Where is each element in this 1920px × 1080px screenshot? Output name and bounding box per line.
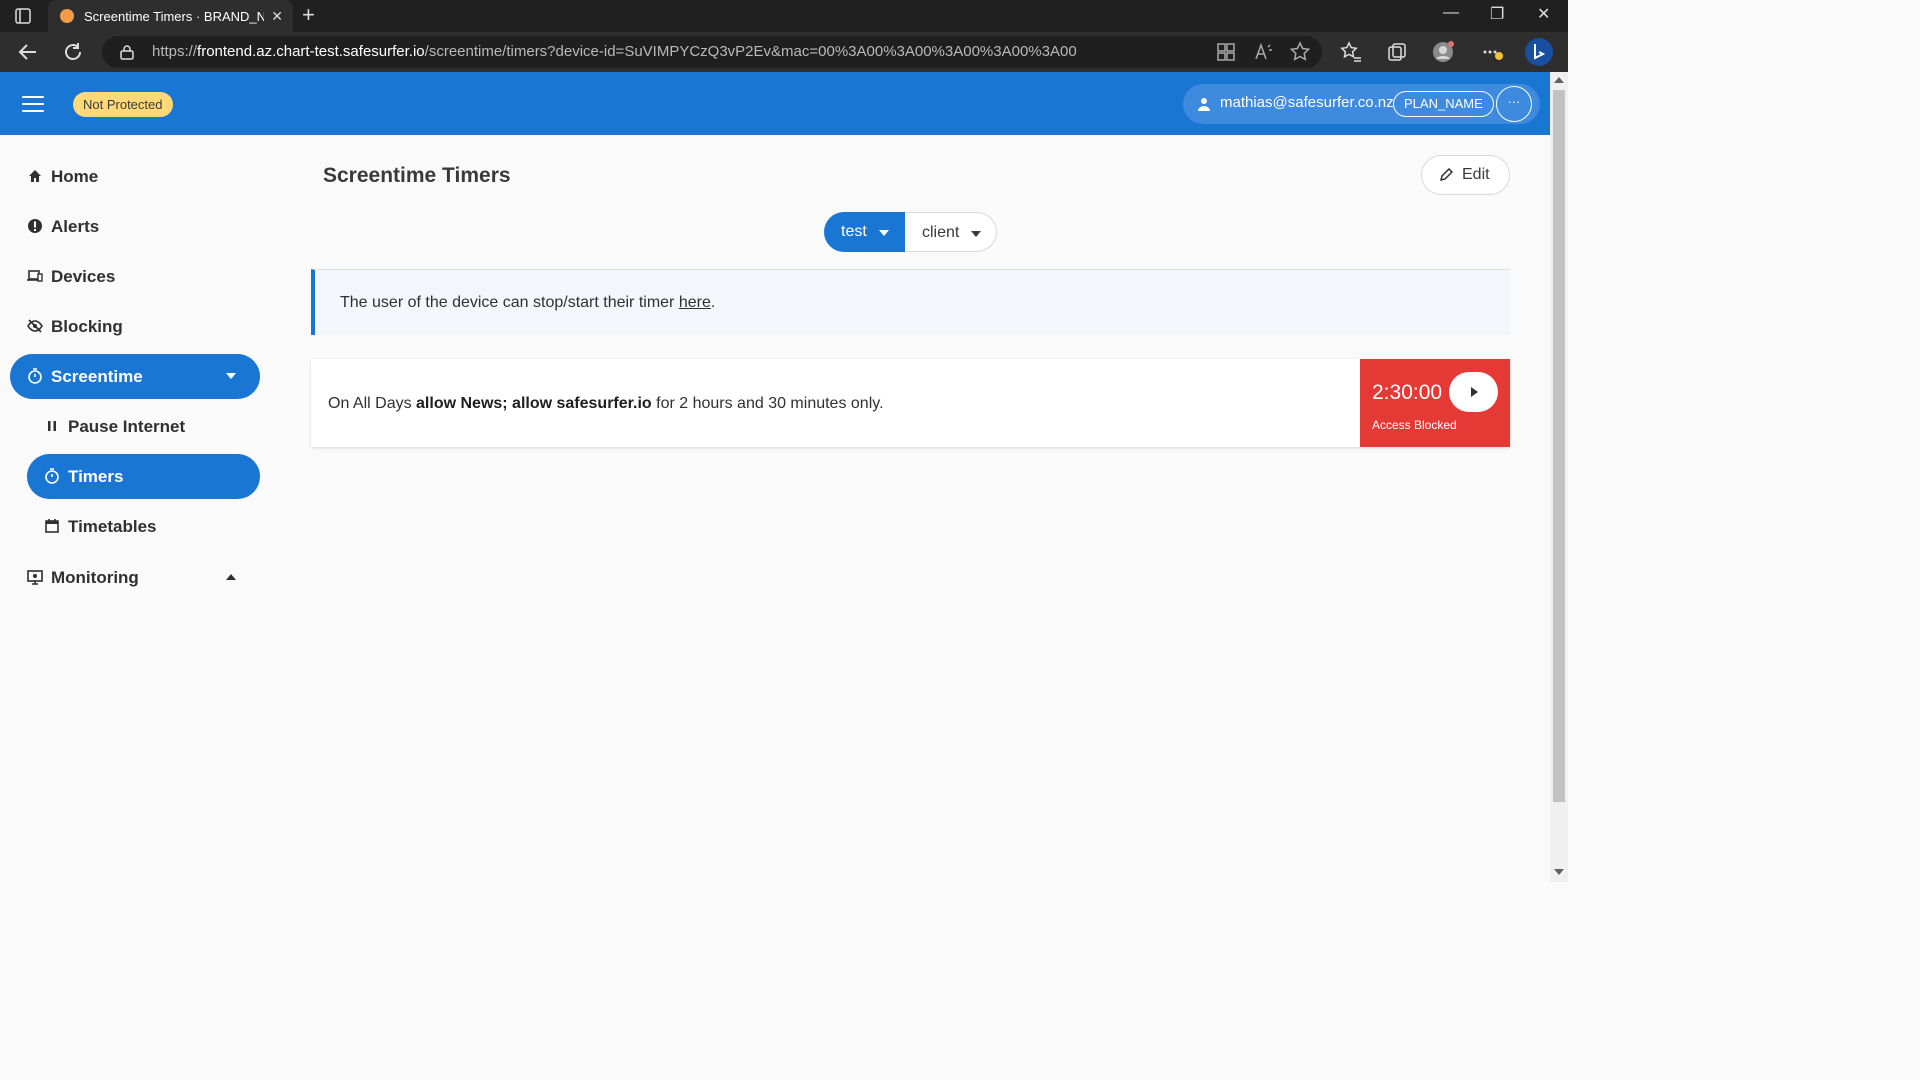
address-bar[interactable]: https://frontend.az.chart-test.safesurfe… bbox=[102, 36, 1322, 68]
page-title: Screentime Timers bbox=[323, 164, 511, 187]
timer-status: Access Blocked bbox=[1372, 418, 1457, 432]
sidebar-item-blocking[interactable]: Blocking bbox=[10, 304, 260, 349]
pause-icon bbox=[48, 421, 56, 431]
sidebar-item-alerts[interactable]: Alerts bbox=[10, 204, 260, 249]
scroll-down-icon[interactable] bbox=[1554, 869, 1564, 875]
sidebar-item-label: Timetables bbox=[68, 517, 157, 536]
chevron-down-icon bbox=[971, 231, 981, 237]
devices-icon bbox=[27, 270, 43, 282]
timer-card: On All Days allow News; allow safesurfer… bbox=[311, 359, 1510, 447]
sidebar-item-label: Devices bbox=[51, 267, 116, 286]
timer-suffix: for 2 hours and 30 minutes only. bbox=[651, 395, 884, 412]
info-end: . bbox=[710, 294, 716, 311]
sidebar-item-label: Monitoring bbox=[51, 568, 139, 587]
lock-icon bbox=[120, 45, 134, 60]
timer-status-panel: 2:30:00 Access Blocked bbox=[1360, 359, 1510, 447]
app-header: Not Protected mathias@safesurfer.co.nz P… bbox=[0, 72, 1550, 135]
sidebar-item-monitoring[interactable]: Monitoring bbox=[10, 555, 260, 600]
sidebar-item-label: Pause Internet bbox=[68, 417, 186, 436]
window-close-button[interactable]: ✕ bbox=[1537, 4, 1550, 24]
play-icon bbox=[1471, 387, 1478, 397]
device-select[interactable]: client bbox=[905, 212, 997, 252]
sidebar-item-label: Timers bbox=[68, 467, 124, 486]
menu-icon[interactable] bbox=[22, 96, 44, 112]
sidebar-item-devices[interactable]: Devices bbox=[10, 254, 260, 299]
profile-avatar-icon[interactable] bbox=[1432, 41, 1454, 63]
edit-button[interactable]: Edit bbox=[1421, 155, 1510, 195]
add-favorite-icon[interactable] bbox=[1289, 41, 1311, 63]
device-select-value: client bbox=[922, 224, 960, 241]
tab-actions-icon[interactable] bbox=[14, 7, 32, 25]
browser-tab[interactable]: Screentime Timers · BRAND_NAME ✕ bbox=[48, 0, 293, 32]
sidebar-item-timers[interactable]: Timers bbox=[27, 454, 260, 499]
refresh-icon[interactable] bbox=[61, 40, 85, 64]
eye-off-icon bbox=[27, 319, 43, 333]
stopwatch-icon bbox=[45, 468, 59, 484]
account-bar: mathias@safesurfer.co.nz PLAN_NAME ··· bbox=[1183, 84, 1540, 124]
app-available-icon[interactable] bbox=[1215, 41, 1237, 63]
status-badge: Not Protected bbox=[73, 92, 173, 117]
plan-chip[interactable]: PLAN_NAME bbox=[1393, 91, 1494, 117]
favicon-icon bbox=[60, 9, 74, 23]
timer-description: On All Days allow News; allow safesurfer… bbox=[328, 395, 884, 413]
url-host: frontend.az.chart-test.safesurfer.io bbox=[197, 43, 425, 60]
sidebar-item-timetables[interactable]: Timetables bbox=[27, 504, 260, 549]
tab-close-icon[interactable]: ✕ bbox=[271, 8, 283, 25]
favorites-icon[interactable] bbox=[1340, 41, 1362, 63]
sidebar-item-home[interactable]: Home bbox=[10, 154, 260, 199]
sidebar-item-label: Screentime bbox=[51, 367, 143, 386]
sidebar-item-pause-internet[interactable]: Pause Internet bbox=[27, 404, 260, 449]
user-icon bbox=[1198, 98, 1210, 111]
scrollbar-thumb[interactable] bbox=[1553, 90, 1565, 802]
edit-label: Edit bbox=[1462, 166, 1490, 183]
user-email[interactable]: mathias@safesurfer.co.nz bbox=[1220, 94, 1394, 111]
pencil-icon bbox=[1439, 168, 1453, 182]
timer-prefix: On All Days bbox=[328, 395, 417, 412]
sidebar-item-label: Alerts bbox=[51, 217, 100, 236]
url-path: /screentime/timers?device-id=SuVIMPYCzQ3… bbox=[424, 43, 1077, 60]
sidebar-item-screentime[interactable]: Screentime bbox=[10, 354, 260, 399]
collections-icon[interactable] bbox=[1386, 41, 1408, 63]
new-tab-button[interactable]: + bbox=[302, 4, 315, 26]
settings-more-icon[interactable] bbox=[1481, 41, 1503, 63]
calendar-icon bbox=[45, 519, 59, 533]
stopwatch-icon bbox=[28, 368, 42, 384]
browser-toolbar: https://frontend.az.chart-test.safesurfe… bbox=[0, 32, 1568, 72]
read-aloud-icon[interactable] bbox=[1252, 41, 1274, 63]
info-text: The user of the device can stop/start th… bbox=[340, 294, 715, 312]
url-prefix: https:// bbox=[152, 43, 198, 60]
user-select-value: test bbox=[841, 223, 867, 240]
info-banner: The user of the device can stop/start th… bbox=[311, 269, 1510, 335]
start-timer-button[interactable] bbox=[1449, 372, 1498, 412]
timer-rule: allow News; allow safesurfer.io bbox=[416, 395, 652, 412]
info-link[interactable]: here bbox=[679, 294, 711, 311]
user-select[interactable]: test bbox=[824, 212, 905, 252]
home-icon bbox=[29, 170, 41, 182]
chevron-down-icon bbox=[879, 230, 889, 236]
bing-copilot-icon[interactable] bbox=[1524, 37, 1554, 67]
sidebar-item-label: Blocking bbox=[51, 317, 123, 336]
minimize-button[interactable]: — bbox=[1443, 4, 1459, 22]
back-icon[interactable] bbox=[16, 40, 40, 64]
monitor-icon bbox=[27, 570, 43, 585]
info-message: The user of the device can stop/start th… bbox=[340, 294, 679, 311]
account-more-button[interactable]: ··· bbox=[1496, 86, 1532, 122]
sidebar-item-label: Home bbox=[51, 167, 99, 186]
timer-remaining: 2:30:00 bbox=[1372, 381, 1443, 404]
url-text: https://frontend.az.chart-test.safesurfe… bbox=[152, 43, 1077, 60]
scroll-up-icon[interactable] bbox=[1554, 77, 1564, 83]
chevron-down-icon bbox=[226, 373, 236, 379]
chevron-up-icon bbox=[226, 574, 236, 580]
browser-tab-bar: Screentime Timers · BRAND_NAME ✕ + — ❐ ✕ bbox=[0, 0, 1568, 32]
tab-title: Screentime Timers · BRAND_NAME bbox=[84, 8, 264, 24]
restore-button[interactable]: ❐ bbox=[1490, 4, 1504, 24]
alert-icon bbox=[28, 219, 42, 233]
